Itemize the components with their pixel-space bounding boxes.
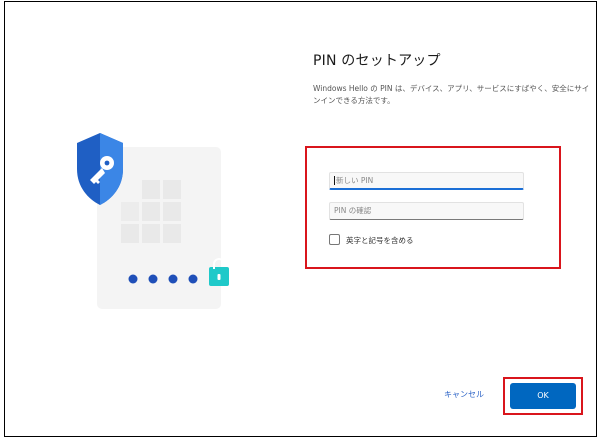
pin-illustration <box>77 133 229 309</box>
confirm-pin-placeholder: PIN の確認 <box>334 206 372 215</box>
page-title: PIN のセットアップ <box>313 53 441 69</box>
include-letters-label: 英字と記号を含める <box>346 236 414 245</box>
include-letters-checkbox[interactable] <box>329 234 340 245</box>
new-pin-field[interactable]: 新しい PIN <box>329 172 524 190</box>
ok-button[interactable]: OK <box>510 383 576 409</box>
page-description: Windows Hello の PIN は、デバイス、アプリ、サービスにすばやく… <box>313 84 590 105</box>
text-caret <box>334 176 335 185</box>
new-pin-placeholder: 新しい PIN <box>336 176 374 185</box>
confirm-pin-field[interactable]: PIN の確認 <box>329 202 524 220</box>
cancel-button[interactable]: キャンセル <box>444 389 484 400</box>
